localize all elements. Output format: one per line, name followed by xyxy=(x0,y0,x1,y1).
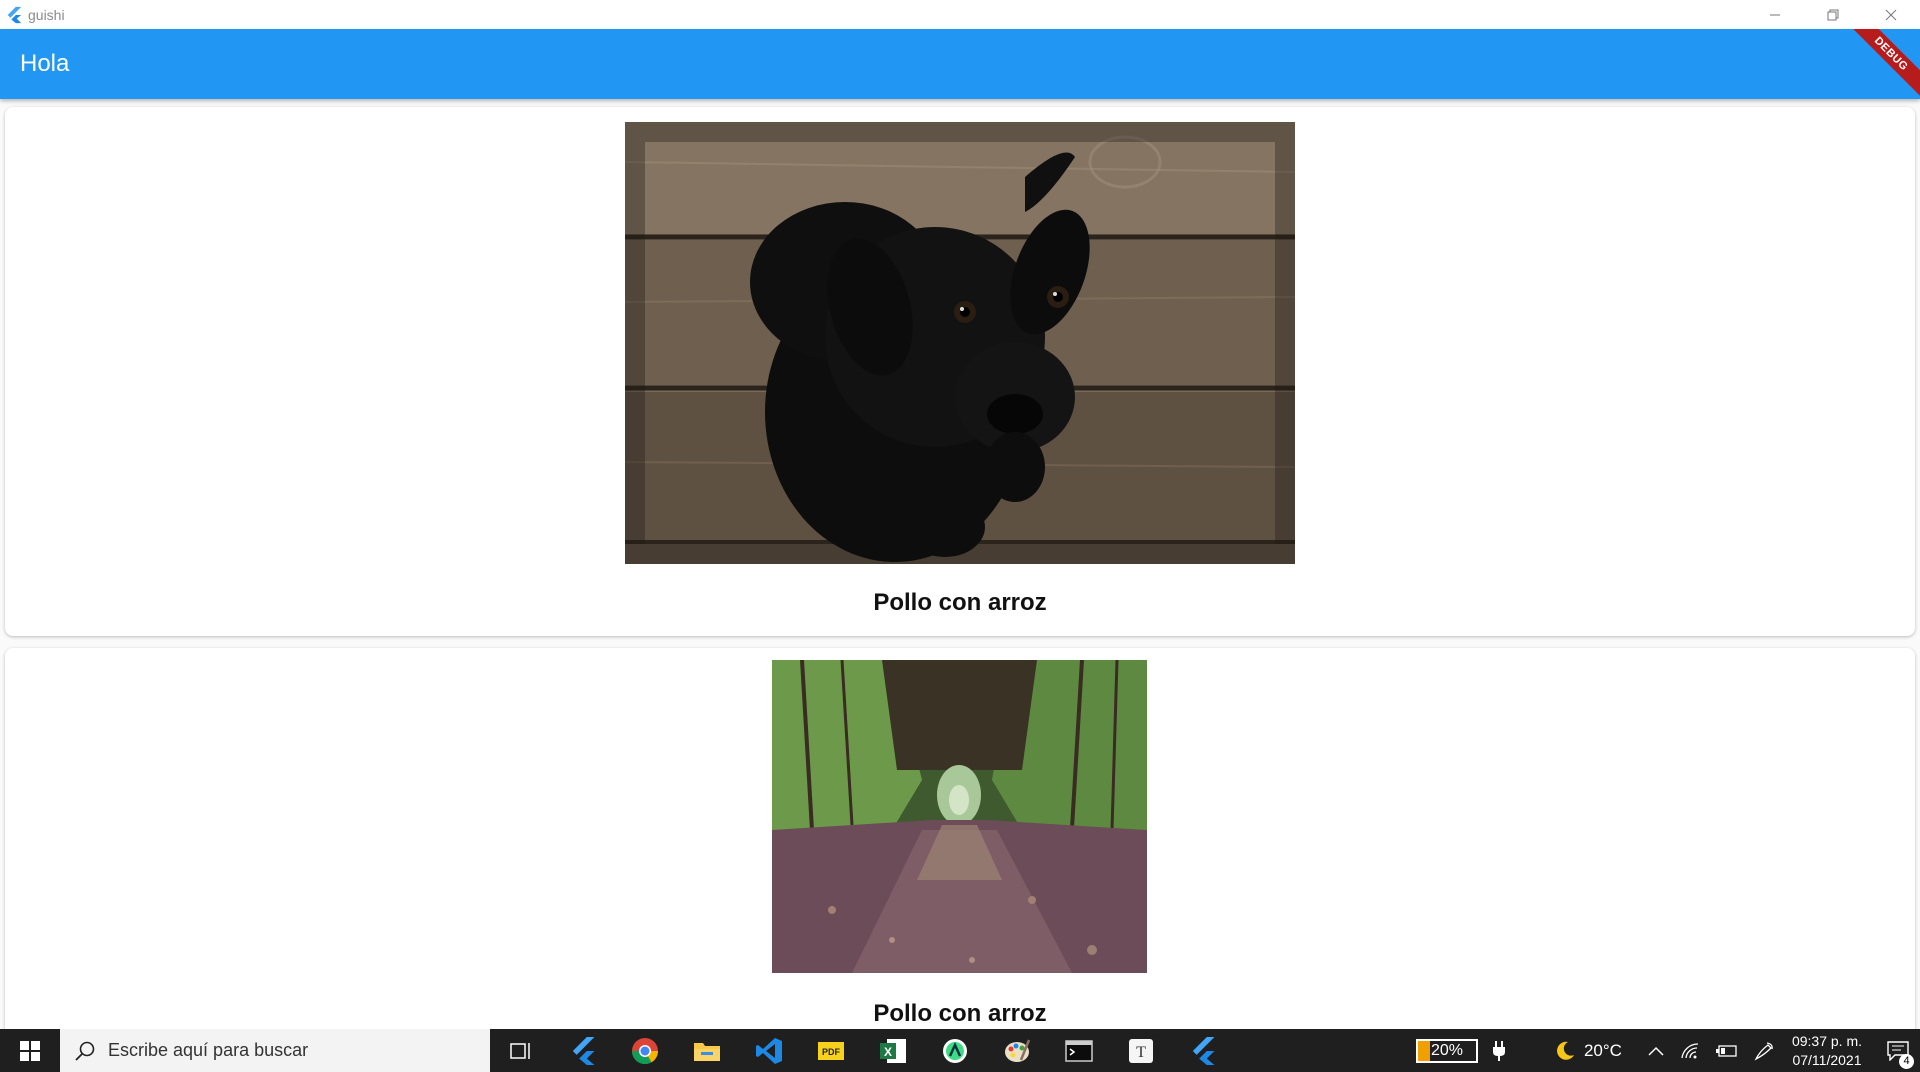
windows-logo-icon xyxy=(20,1040,40,1061)
restore-icon xyxy=(1827,9,1839,20)
minimize-icon xyxy=(1770,14,1780,15)
window-controls xyxy=(1746,0,1920,29)
svg-text:X: X xyxy=(884,1045,892,1059)
window-titlebar: guishi xyxy=(0,0,1920,29)
close-icon xyxy=(1885,9,1897,20)
svg-text:PDF: PDF xyxy=(822,1047,841,1057)
taskbar-app-flutter-running[interactable] xyxy=(1172,1029,1234,1072)
paint-palette-icon xyxy=(1005,1039,1031,1062)
taskbar-app-chrome[interactable] xyxy=(614,1029,676,1072)
clock-date: 07/11/2021 xyxy=(1792,1051,1862,1068)
svg-text:T: T xyxy=(1136,1044,1146,1061)
taskbar-app-typora[interactable]: T xyxy=(1110,1029,1172,1072)
taskbar-app-pdf-reader[interactable]: PDF xyxy=(800,1029,862,1072)
taskbar-app-file-explorer[interactable] xyxy=(676,1029,738,1072)
system-tray: 20% 20°C 09:37 p. m. 07/11/2021 4 xyxy=(1415,1029,1920,1072)
chrome-icon xyxy=(631,1037,659,1064)
taskbar-app-terminal[interactable] xyxy=(1048,1029,1110,1072)
clock[interactable]: 09:37 p. m. 07/11/2021 xyxy=(1792,1032,1862,1070)
battery-status-icon[interactable] xyxy=(1715,1044,1738,1058)
card-image-forest xyxy=(772,660,1147,973)
weather-temperature[interactable]: 20°C xyxy=(1584,1041,1622,1061)
clock-time: 09:37 p. m. xyxy=(1791,1032,1862,1049)
restore-button[interactable] xyxy=(1804,0,1862,29)
vscode-icon xyxy=(756,1037,782,1064)
task-view-icon xyxy=(510,1042,530,1059)
app-bar: Hola DEBUG xyxy=(0,29,1920,99)
search-placeholder: Escribe aquí para buscar xyxy=(108,1040,309,1060)
search-icon xyxy=(75,1041,95,1061)
task-view-button[interactable] xyxy=(490,1029,552,1072)
taskbar-search[interactable]: Escribe aquí para buscar xyxy=(60,1029,490,1072)
weather-moon-icon[interactable] xyxy=(1554,1040,1576,1062)
flutter-app-icon xyxy=(7,6,22,23)
folder-icon xyxy=(694,1042,720,1061)
chevron-up-icon[interactable] xyxy=(1648,1046,1664,1056)
minimize-button[interactable] xyxy=(1746,0,1804,29)
app-bar-title: Hola xyxy=(20,50,70,77)
taskbar-app-vscode[interactable] xyxy=(738,1029,800,1072)
android-studio-icon xyxy=(943,1038,967,1063)
typora-icon: T xyxy=(1129,1038,1153,1063)
pdf-icon: PDF xyxy=(818,1041,844,1060)
close-button[interactable] xyxy=(1862,0,1920,29)
card-title: Pollo con arroz xyxy=(873,1000,1047,1027)
taskbar-app-excel[interactable]: X xyxy=(862,1029,924,1072)
debug-banner: DEBUG xyxy=(1845,29,1920,99)
charging-plug-icon[interactable] xyxy=(1492,1040,1506,1061)
card-title: Pollo con arroz xyxy=(873,589,1047,616)
flutter-icon xyxy=(572,1036,595,1065)
pen-icon[interactable] xyxy=(1754,1041,1774,1061)
window-title: guishi xyxy=(28,6,65,23)
recipe-card[interactable]: Pollo con arroz xyxy=(5,107,1915,636)
recipe-card[interactable]: Pollo con arroz xyxy=(5,648,1915,1029)
taskbar-app-android-studio[interactable] xyxy=(924,1029,986,1072)
notification-count: 4 xyxy=(1899,1054,1914,1069)
card-list[interactable]: Pollo con arroz Pollo con arroz xyxy=(0,99,1920,1029)
wifi-icon[interactable] xyxy=(1680,1042,1700,1060)
card-image-puppy xyxy=(625,122,1295,564)
start-button[interactable] xyxy=(0,1029,60,1072)
windows-taskbar: Escribe aquí para buscar PDF X T 20% 20°… xyxy=(0,1029,1920,1072)
terminal-icon xyxy=(1065,1039,1093,1062)
excel-icon: X xyxy=(880,1038,906,1063)
flutter-icon xyxy=(1192,1036,1215,1065)
battery-indicator[interactable]: 20% xyxy=(1415,1038,1478,1063)
taskbar-app-flutter[interactable] xyxy=(552,1029,614,1072)
notification-center-button[interactable]: 4 xyxy=(1876,1029,1920,1072)
taskbar-app-paint[interactable] xyxy=(986,1029,1048,1072)
battery-percent: 20% xyxy=(1430,1041,1463,1059)
